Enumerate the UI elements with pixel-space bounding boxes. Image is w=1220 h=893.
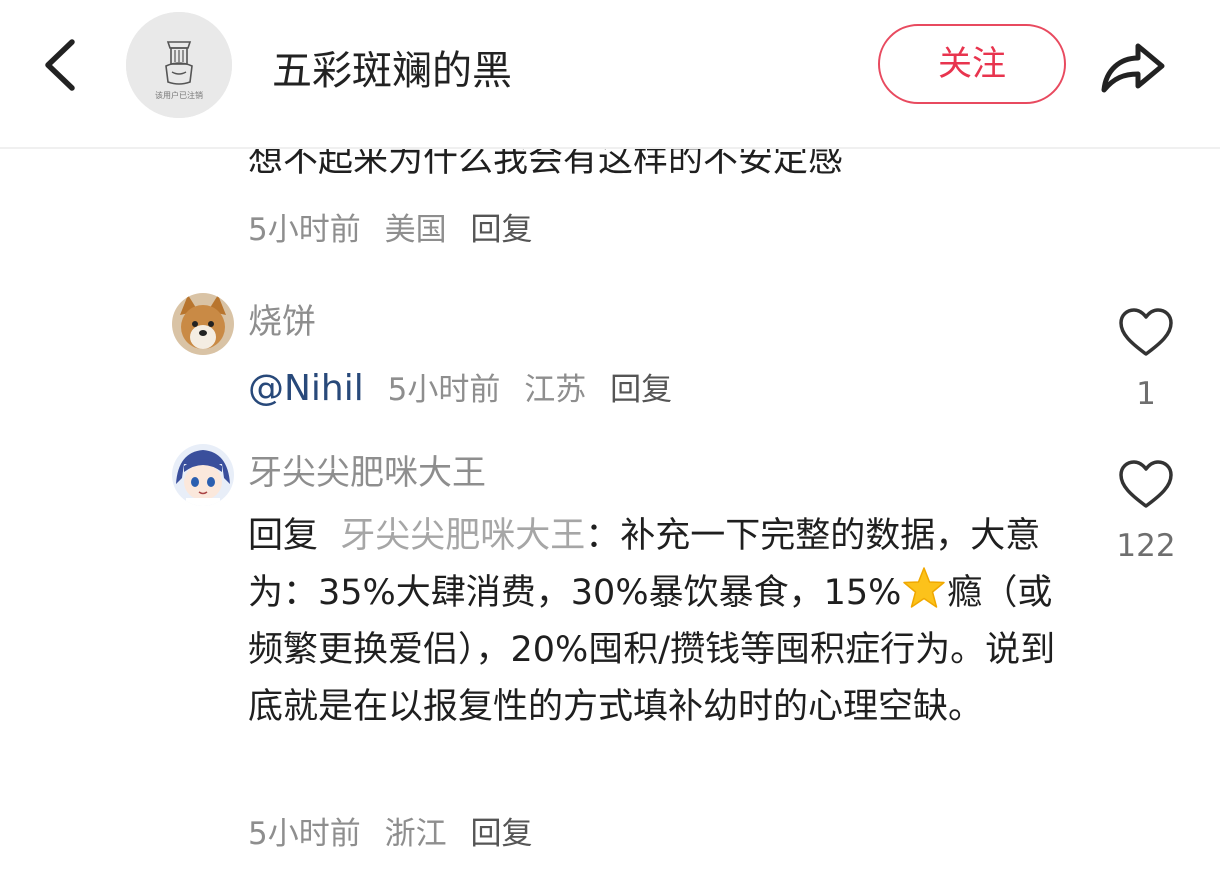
like-button[interactable]: 122 (1101, 458, 1191, 564)
reply-prefix: 回复 (248, 516, 319, 556)
reply-button[interactable]: 回复 (470, 212, 532, 248)
anime-avatar-icon (172, 444, 234, 506)
heart-outline-icon (1119, 460, 1173, 508)
like-count: 122 (1116, 528, 1176, 564)
author-name[interactable]: 五彩斑斓的黑 (272, 38, 512, 96)
reply-button[interactable]: 回复 (470, 816, 532, 852)
comment-time: 5小时前 (248, 816, 361, 852)
avatar-caption: 该用户已注销 (155, 91, 203, 100)
avatar[interactable] (172, 293, 234, 355)
author-avatar[interactable]: 该用户已注销 (126, 12, 232, 118)
mention-link[interactable]: @Nihil (248, 368, 364, 409)
reply-button[interactable]: 回复 (610, 372, 672, 408)
like-count: 1 (1136, 376, 1156, 412)
comment-username[interactable]: 烧饼 (248, 294, 316, 343)
star-emoji-icon (903, 567, 946, 608)
comment-location: 江苏 (524, 372, 587, 408)
comment-meta: @Nihil 5小时前 江苏 回复 (248, 364, 686, 409)
comment-location: 浙江 (384, 816, 447, 852)
follow-button[interactable]: 关注 (878, 24, 1066, 104)
back-arrow-icon[interactable] (38, 34, 88, 96)
comment-username[interactable]: 牙尖尖肥咪大王 (248, 445, 486, 494)
heart-outline-icon (1119, 308, 1173, 356)
comment-time: 5小时前 (387, 372, 501, 408)
share-arrow-icon[interactable] (1098, 34, 1168, 96)
comment-text: 回复 牙尖尖肥咪大王：补充一下完整的数据，大意为：35%大肆消费，30%暴饮暴食… (248, 508, 1068, 736)
avatar[interactable] (172, 444, 234, 506)
comment-time: 5小时前 (248, 212, 361, 248)
dog-avatar-icon (172, 293, 234, 355)
comment-meta: 5小时前 浙江 回复 (248, 808, 546, 853)
comment-meta: 5小时前 美国 回复 (248, 204, 546, 249)
reply-target-username[interactable]: 牙尖尖肥咪大王 (340, 516, 585, 556)
like-button[interactable]: 1 (1101, 306, 1191, 412)
top-bar: 该用户已注销 五彩斑斓的黑 关注 (0, 0, 1220, 149)
comment-location: 美国 (384, 212, 447, 248)
